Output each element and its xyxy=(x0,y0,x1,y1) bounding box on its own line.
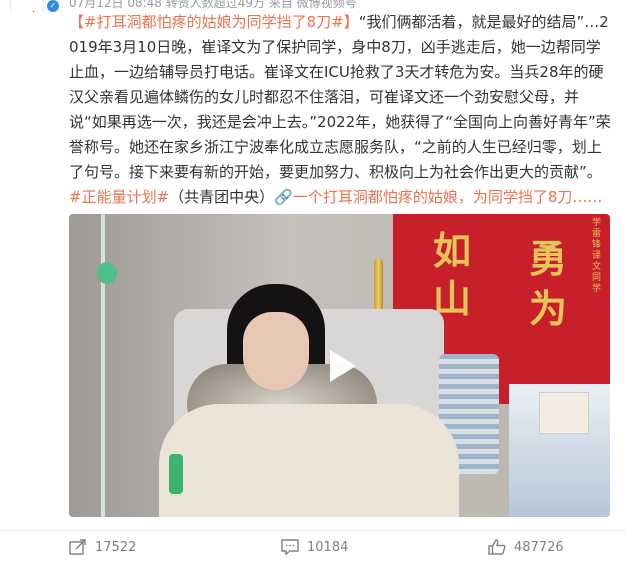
like-button[interactable]: 487726 xyxy=(488,532,564,562)
play-icon[interactable] xyxy=(316,342,364,390)
video-person-face xyxy=(243,312,309,390)
thumbs-up-icon xyxy=(488,539,506,555)
avatar[interactable]: people xyxy=(10,0,44,12)
avatar-label: people xyxy=(11,11,43,12)
forward-icon xyxy=(69,539,86,555)
banner-char: 为 xyxy=(529,286,568,331)
post-body: 【#打耳洞都怕疼的姑娘为同学挡了8刀#】“我们俩都活着，就是最好的结局”…201… xyxy=(69,10,614,235)
comment-icon xyxy=(281,539,299,555)
banner-char: 如 xyxy=(433,228,472,273)
forward-button[interactable]: 17522 xyxy=(69,532,136,562)
verified-icon: ✓ xyxy=(47,0,59,12)
post-link[interactable]: 🔗一个打耳洞都怕疼的姑娘，为同学挡了8刀…… xyxy=(274,188,602,206)
video-player[interactable]: 如 山 勇 为 学雷锋译文同学 xyxy=(69,214,610,517)
post-link[interactable]: 【#打耳洞都怕疼的姑娘为同学挡了8刀#】 xyxy=(69,13,359,31)
post-link[interactable]: #正能量计划# xyxy=(69,188,169,206)
post-text-segment: （共青团中央） xyxy=(169,188,275,206)
like-count: 487726 xyxy=(514,539,564,555)
banner-char: 勇 xyxy=(529,236,568,281)
banner-small-text: 学雷锋译文同学 xyxy=(592,218,602,294)
video-iv-drip xyxy=(169,454,183,494)
comment-count: 10184 xyxy=(307,539,349,555)
video-iv-stand xyxy=(101,214,105,517)
video-iv-bag xyxy=(97,262,117,284)
video-box xyxy=(539,392,589,434)
forward-count: 17522 xyxy=(95,539,137,555)
post-text-segment: “我们俩都活着，就是最好的结局”…2019年3月10日晚，崔译文为了保护同学，身… xyxy=(69,13,611,181)
comment-button[interactable]: 10184 xyxy=(281,532,348,562)
video-person-coat xyxy=(159,404,459,517)
action-bar-divider xyxy=(0,530,626,531)
